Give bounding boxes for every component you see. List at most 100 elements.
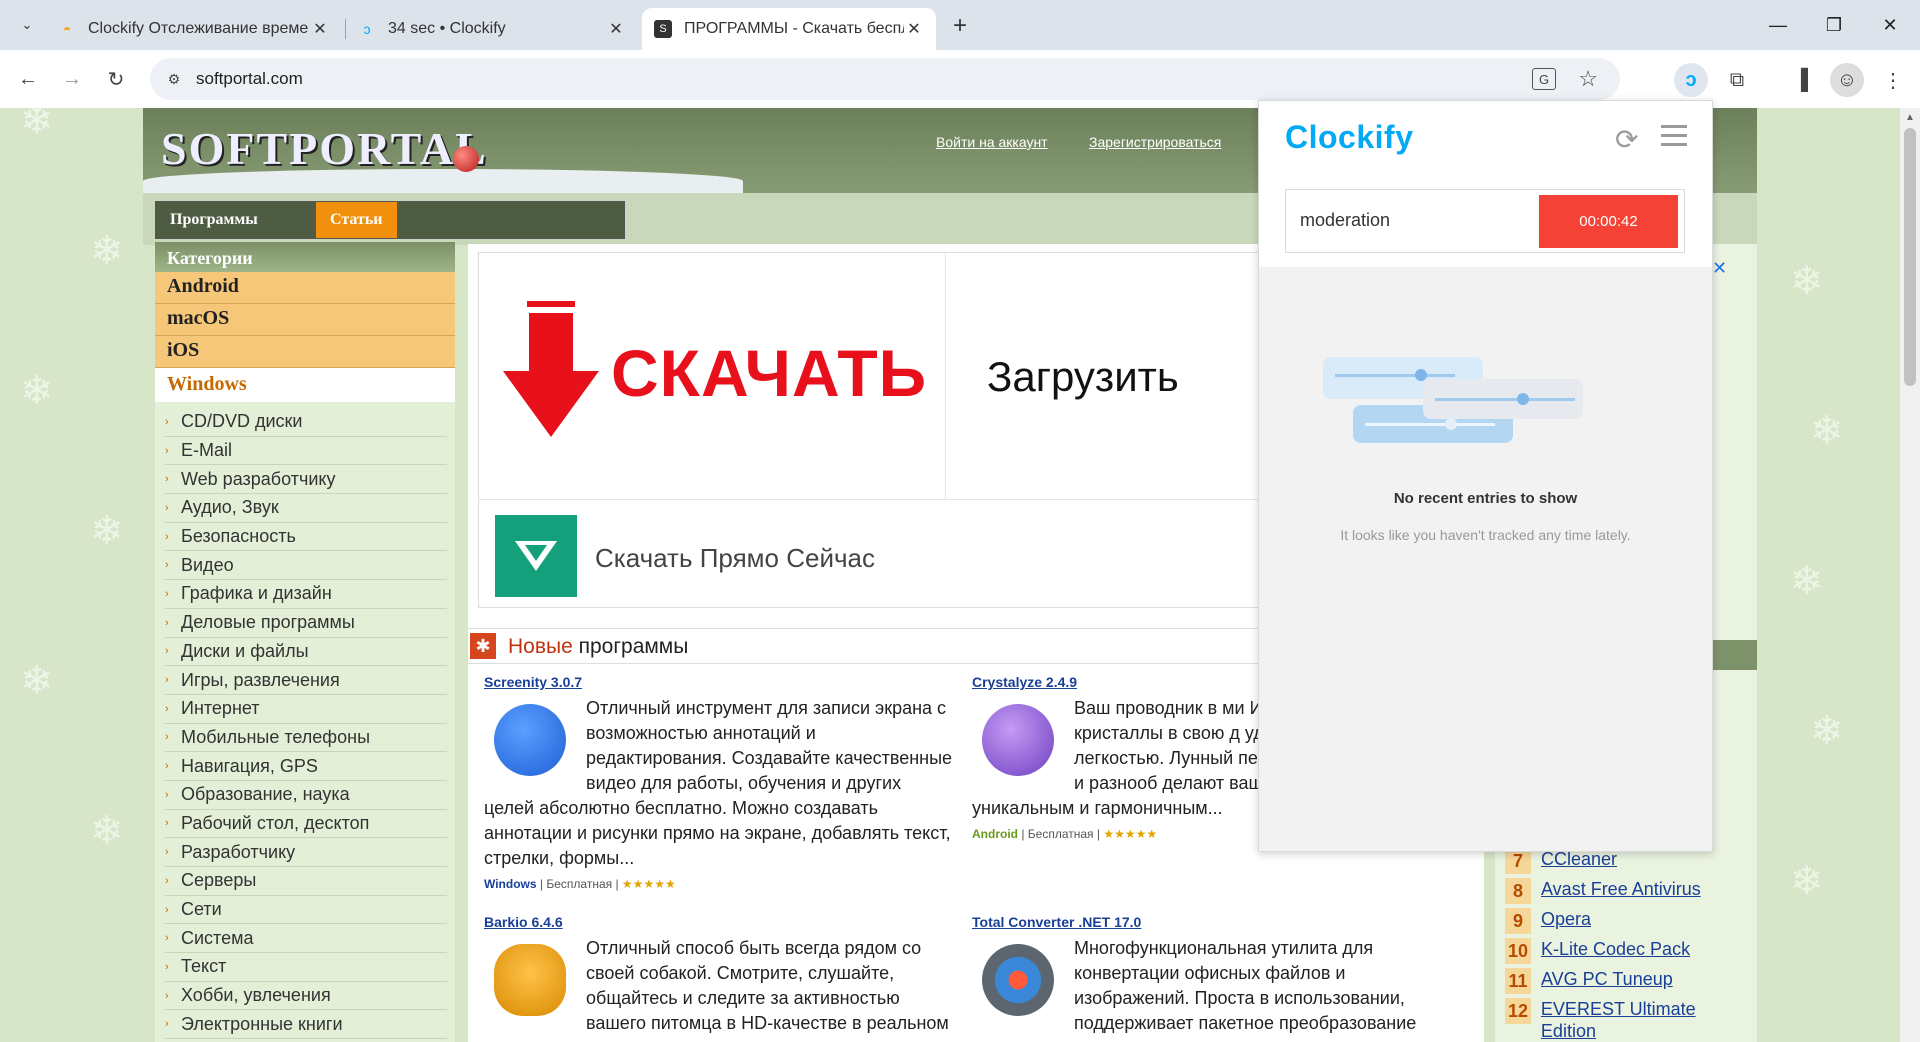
program-title-link[interactable]: Total Converter .NET 17.0 (972, 914, 1442, 930)
forward-arrow-icon[interactable]: → (56, 63, 88, 95)
restore-icon[interactable]: ❐ (1814, 10, 1854, 40)
site-logo[interactable]: SOFTPORTAL (161, 122, 488, 175)
ad-download-panel[interactable]: СКАЧАТЬ (479, 253, 946, 499)
more-menu-icon[interactable]: ⋮ (1876, 63, 1910, 97)
sidebar-category-item[interactable]: › Аудио, Звук (165, 494, 447, 523)
sidebar-category-item[interactable]: › Хобби, увлечения (165, 982, 447, 1011)
program-card: Total Converter .NET 17.0 Многофункциона… (972, 914, 1442, 1036)
gear-icon: ✱ (470, 633, 496, 659)
time-entry-field[interactable]: moderation 00:00:42 (1285, 189, 1685, 253)
sidebar-category-item[interactable]: › CD/DVD диски (165, 408, 447, 437)
ad-close-icon[interactable]: ✕ (1712, 258, 1727, 279)
url-text[interactable]: softportal.com (196, 69, 303, 89)
site-info-icon[interactable]: ⚙ (164, 69, 184, 89)
login-link[interactable]: Войти на аккаунт (936, 134, 1048, 150)
bullet-arrow-icon: › (165, 1018, 169, 1031)
extensions-puzzle-icon[interactable]: ⧉ (1720, 63, 1754, 97)
sidebar-category-item[interactable]: › Безопасность (165, 523, 447, 552)
windows-subcategory-list: › CD/DVD диски › E-Mail › Web разработчику › Ау… (155, 402, 455, 1040)
close-tab-icon[interactable]: ✕ (606, 19, 626, 39)
sidebar-category-item[interactable]: › Электронные книги (165, 1010, 447, 1040)
minimize-icon[interactable]: — (1758, 10, 1798, 40)
top-program-link[interactable]: EVEREST Ultimate Edition (1541, 998, 1755, 1042)
new-tab-plus-icon[interactable]: + (946, 12, 974, 40)
barkio-dog-icon[interactable] (494, 944, 566, 1016)
hamburger-menu-icon[interactable] (1661, 125, 1687, 147)
rating-stars: ★★★★★ (1103, 827, 1158, 841)
register-link[interactable]: Зарегистрироваться (1089, 134, 1221, 150)
program-platform[interactable]: Windows (484, 877, 537, 891)
sidebar-category-item[interactable]: › Игры, развлечения (165, 666, 447, 695)
category-label: Система (181, 927, 254, 948)
bookmark-star-icon[interactable]: ☆ (1578, 66, 1598, 92)
sidebar-category-item[interactable]: › Интернет (165, 695, 447, 724)
crystalyze-app-icon[interactable] (982, 704, 1054, 776)
sidebar-category-item[interactable]: › E-Mail (165, 437, 447, 466)
scrollbar-thumb[interactable] (1904, 128, 1916, 386)
sidebar-category-item[interactable]: › Видео (165, 551, 447, 581)
clockify-logo: Clockify (1285, 119, 1414, 155)
category-ios[interactable]: iOS (155, 336, 455, 368)
sidebar-category-item[interactable]: › Рабочий стол, десктоп (165, 810, 447, 839)
sidebar-category-item[interactable]: › Сети (165, 896, 447, 925)
category-label: Видео (181, 554, 234, 575)
category-macos[interactable]: macOS (155, 304, 455, 336)
bullet-arrow-icon: › (165, 559, 169, 572)
stop-timer-button[interactable]: 00:00:42 (1539, 195, 1678, 248)
empty-state-subtitle: It looks like you haven't tracked any ti… (1340, 527, 1631, 543)
tab-search-chevron-icon[interactable]: ⌄ (13, 11, 41, 39)
top-program-link[interactable]: K-Lite Codec Pack (1541, 938, 1690, 960)
softportal-favicon-icon: S (654, 20, 672, 38)
sidebar-category-item[interactable]: › Web разработчику (165, 465, 447, 495)
reload-icon[interactable]: ↻ (100, 63, 132, 95)
program-title-link[interactable]: Barkio 6.4.6 (484, 914, 954, 930)
ad-cta-text[interactable]: Скачать Прямо Сейчас (595, 543, 875, 574)
entry-description[interactable]: moderation (1300, 210, 1390, 231)
sidebar-category-item[interactable]: › Графика и дизайн (165, 580, 447, 609)
category-android[interactable]: Android (155, 272, 455, 304)
scroll-up-arrow-icon[interactable]: ▲ (1905, 112, 1915, 123)
sidebar-category-item[interactable]: › Разработчику (165, 838, 447, 867)
bullet-arrow-icon: › (165, 444, 169, 457)
top-program-link[interactable]: Opera (1541, 908, 1591, 930)
translate-icon[interactable]: G (1532, 68, 1556, 90)
clockify-extension-icon[interactable]: ↄ (1674, 63, 1708, 97)
close-tab-icon[interactable]: ✕ (904, 19, 924, 39)
address-bar[interactable]: ⚙ softportal.com G ☆ (150, 58, 1620, 100)
top-program-link[interactable]: AVG PC Tuneup (1541, 968, 1673, 990)
sidebar-category-item[interactable]: › Текст (165, 953, 447, 982)
tab-title: Clockify Отслеживание време (88, 20, 309, 37)
program-platform[interactable]: Android (972, 827, 1018, 841)
sidebar-category-item[interactable]: › Мобильные телефоны (165, 724, 447, 753)
close-window-icon[interactable]: ✕ (1870, 10, 1910, 40)
top-program-link[interactable]: Avast Free Antivirus (1541, 878, 1701, 900)
top-program-item: 11 AVG PC Tuneup (1505, 968, 1755, 998)
sidebar-category-item[interactable]: › Серверы (165, 867, 447, 896)
top-program-item: 8 Avast Free Antivirus (1505, 878, 1755, 908)
sidebar-category-item[interactable]: › Образование, наука (165, 781, 447, 810)
tab-softportal[interactable]: S ПРОГРАММЫ - Скачать беспл ✕ (642, 8, 936, 50)
sidebar-category-item[interactable]: › Деловые программы (165, 609, 447, 638)
bullet-arrow-icon: › (165, 473, 169, 486)
category-label: Навигация, GPS (181, 755, 318, 776)
clockify-logo-icon: ↄ (363, 21, 371, 37)
category-windows[interactable]: Windows (155, 368, 455, 402)
program-meta: Windows | Бесплатная | ★★★★★ (484, 877, 676, 891)
sync-icon[interactable]: ⟳ (1615, 123, 1638, 156)
tab-clockify-tracker[interactable]: ◓ Clockify Отслеживание време ✕ (46, 8, 342, 50)
program-title-link[interactable]: Screenity 3.0.7 (484, 674, 954, 690)
tab-clockify-timer[interactable]: ↄ 34 sec • Clockify ✕ (346, 8, 638, 50)
back-arrow-icon[interactable]: ← (12, 63, 44, 95)
side-panel-icon[interactable]: ▐ (1784, 63, 1818, 97)
category-label: Графика и дизайн (181, 583, 332, 604)
close-tab-icon[interactable]: ✕ (310, 19, 330, 39)
screenity-app-icon[interactable] (494, 704, 566, 776)
sidebar-category-item[interactable]: › Диски и файлы (165, 638, 447, 667)
sidebar-category-item[interactable]: › Навигация, GPS (165, 752, 447, 781)
profile-avatar-icon[interactable]: ☺ (1830, 63, 1864, 97)
total-converter-icon[interactable] (982, 944, 1054, 1016)
category-sidebar: Категории Android macOS iOS Windows › CD/… (155, 242, 455, 1042)
page-scrollbar[interactable]: ▲ (1900, 108, 1920, 1042)
sidebar-category-item[interactable]: › Система (165, 924, 447, 954)
nav-articles-button[interactable]: Статьи (315, 201, 398, 239)
